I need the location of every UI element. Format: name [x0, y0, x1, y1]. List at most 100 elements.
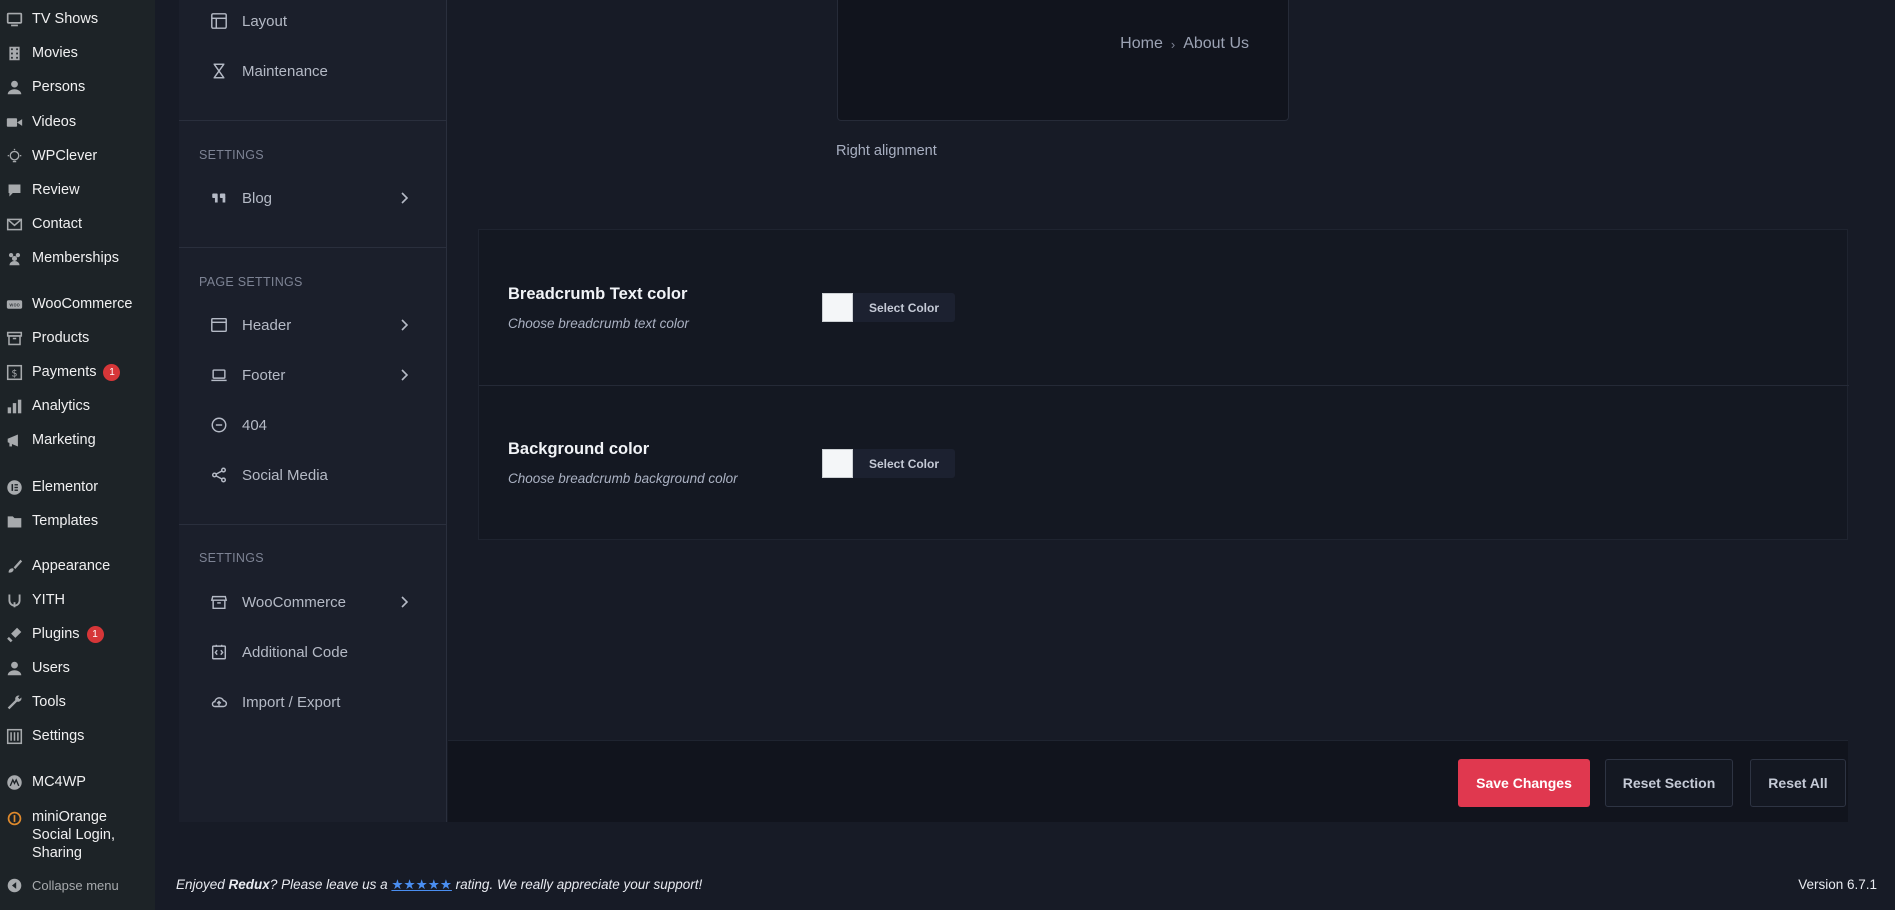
wp-menu-movies[interactable]: Movies: [0, 38, 155, 68]
select-color-button[interactable]: Select Color: [853, 449, 956, 478]
chevron-right-icon: [396, 367, 412, 383]
collapse-icon: [5, 876, 23, 894]
wp-menu-appearance[interactable]: Appearance: [0, 551, 155, 581]
save-changes-button[interactable]: Save Changes: [1458, 759, 1590, 807]
nav-item-404[interactable]: 404: [179, 405, 447, 445]
person-icon: [5, 78, 23, 96]
wp-menu-label: Marketing: [32, 432, 96, 448]
nav-item-woocommerce[interactable]: WooCommerce: [179, 582, 447, 622]
wp-menu-label: WPClever: [32, 148, 98, 164]
wp-menu-products[interactable]: Products: [0, 323, 155, 353]
nav-item-maintenance[interactable]: Maintenance: [179, 51, 447, 91]
nav-item-label: WooCommerce: [242, 593, 346, 611]
wp-menu-wpclever[interactable]: WPClever: [0, 141, 155, 171]
redux-options-nav: Layout Maintenance SETTINGS Blog PAGE SE…: [179, 0, 447, 822]
background-color-picker[interactable]: Select Color: [822, 449, 956, 478]
wp-menu-label: Users: [32, 660, 70, 676]
wp-menu-label: Review: [32, 182, 80, 198]
nav-item-label: Additional Code: [242, 643, 348, 661]
video-icon: [5, 113, 23, 131]
note-prefix: Enjoyed: [176, 877, 229, 892]
note-brand: Redux: [228, 877, 270, 892]
woo-icon: woo: [5, 295, 23, 313]
wp-menu-yith[interactable]: YITH: [0, 585, 155, 615]
chevron-right-icon: [396, 317, 412, 333]
nav-item-header[interactable]: Header: [179, 305, 447, 345]
wp-menu-templates[interactable]: Templates: [0, 506, 155, 536]
wp-menu-plugins[interactable]: Plugins 1: [0, 619, 155, 649]
wp-menu-memberships[interactable]: Memberships: [0, 243, 155, 273]
text-color-picker[interactable]: Select Color: [822, 293, 956, 322]
breadcrumb-alignment-preview[interactable]: Home › About Us: [837, 0, 1289, 121]
wp-menu-tv-shows[interactable]: TV Shows: [0, 4, 155, 34]
reset-all-button[interactable]: Reset All: [1750, 759, 1846, 807]
wp-menu-label: Videos: [32, 114, 77, 130]
wp-menu-label: Templates: [32, 513, 99, 529]
user-icon: [5, 659, 23, 677]
update-count-badge: 1: [86, 625, 104, 643]
nav-section-heading: SETTINGS: [199, 148, 264, 162]
chevron-right-icon: [396, 190, 412, 206]
reset-section-button[interactable]: Reset Section: [1605, 759, 1733, 807]
wp-menu-label: Elementor: [32, 479, 99, 495]
wp-menu-review[interactable]: Review: [0, 175, 155, 205]
code-icon: [209, 642, 229, 662]
nav-divider: [179, 524, 447, 525]
chevron-right-icon: [396, 594, 412, 610]
wp-menu-label-line: Social Login,: [32, 827, 116, 843]
hourglass-icon: [209, 61, 229, 81]
rating-stars-link[interactable]: ★★★★★: [391, 877, 452, 892]
cloud-icon: [209, 692, 229, 712]
preview-breadcrumb: Home › About Us: [1120, 35, 1249, 53]
wp-menu-analytics[interactable]: Analytics: [0, 391, 155, 421]
svg-text:woo: woo: [9, 302, 19, 308]
color-swatch[interactable]: [822, 293, 853, 322]
tv-icon: [5, 10, 23, 28]
wp-menu-label: YITH: [32, 592, 66, 608]
bar-chart-icon: [5, 397, 23, 415]
wp-menu-label: Analytics: [32, 398, 91, 414]
minus-circle-icon: [209, 415, 229, 435]
wp-menu-miniorange-social-login-sharing[interactable]: miniOrange Social Login, Sharing: [0, 808, 155, 866]
wp-menu-label: Movies: [32, 45, 78, 61]
nav-item-blog[interactable]: Blog: [179, 178, 447, 218]
wp-menu-elementor[interactable]: Elementor: [0, 472, 155, 502]
wp-menu-videos[interactable]: Videos: [0, 107, 155, 137]
wp-menu-label: Persons: [32, 79, 86, 95]
nav-item-layout[interactable]: Layout: [179, 1, 447, 41]
nav-divider: [179, 247, 447, 248]
wp-menu-label: Collapse menu: [32, 877, 119, 893]
nav-item-label: 404: [242, 416, 268, 434]
yith-icon: [5, 591, 23, 609]
nav-item-label: Layout: [242, 12, 288, 30]
archive-icon: [5, 329, 23, 347]
nav-item-footer[interactable]: Footer: [179, 355, 447, 395]
wp-menu-persons[interactable]: Persons: [0, 72, 155, 102]
color-swatch[interactable]: [822, 449, 853, 478]
wp-menu-tools[interactable]: Tools: [0, 687, 155, 717]
wp-menu-contact[interactable]: Contact: [0, 209, 155, 239]
wp-menu-settings[interactable]: Settings: [0, 721, 155, 751]
wp-menu-label: Plugins: [32, 626, 80, 642]
wp-menu-users[interactable]: Users: [0, 653, 155, 683]
nav-section-heading: SETTINGS: [199, 551, 264, 565]
nav-item-additional-code[interactable]: Additional Code: [179, 632, 447, 672]
wp-menu-collapse-menu[interactable]: Collapse menu: [0, 870, 155, 900]
select-color-button[interactable]: Select Color: [853, 293, 956, 322]
nav-item-label: Header: [242, 316, 292, 334]
note-suffix: rating. We really appreciate your suppor…: [451, 877, 703, 892]
nav-item-label: Social Media: [242, 466, 328, 484]
wp-menu-woocommerce[interactable]: woo WooCommerce: [0, 289, 155, 319]
wp-menu-mc4wp[interactable]: MC4WP: [0, 767, 155, 797]
wp-menu-payments[interactable]: $ Payments 1: [0, 357, 155, 387]
nav-item-social-media[interactable]: Social Media: [179, 455, 447, 495]
nav-item-import-export[interactable]: Import / Export: [179, 682, 447, 722]
update-count-badge: 1: [103, 363, 121, 381]
folder-icon: [5, 512, 23, 530]
window-icon: [209, 315, 229, 335]
share-icon: [209, 465, 229, 485]
layout-icon: [209, 11, 229, 31]
wp-menu-marketing[interactable]: Marketing: [0, 425, 155, 455]
wp-menu-label: Settings: [32, 728, 85, 744]
field-title: Breadcrumb Text color: [508, 285, 688, 303]
